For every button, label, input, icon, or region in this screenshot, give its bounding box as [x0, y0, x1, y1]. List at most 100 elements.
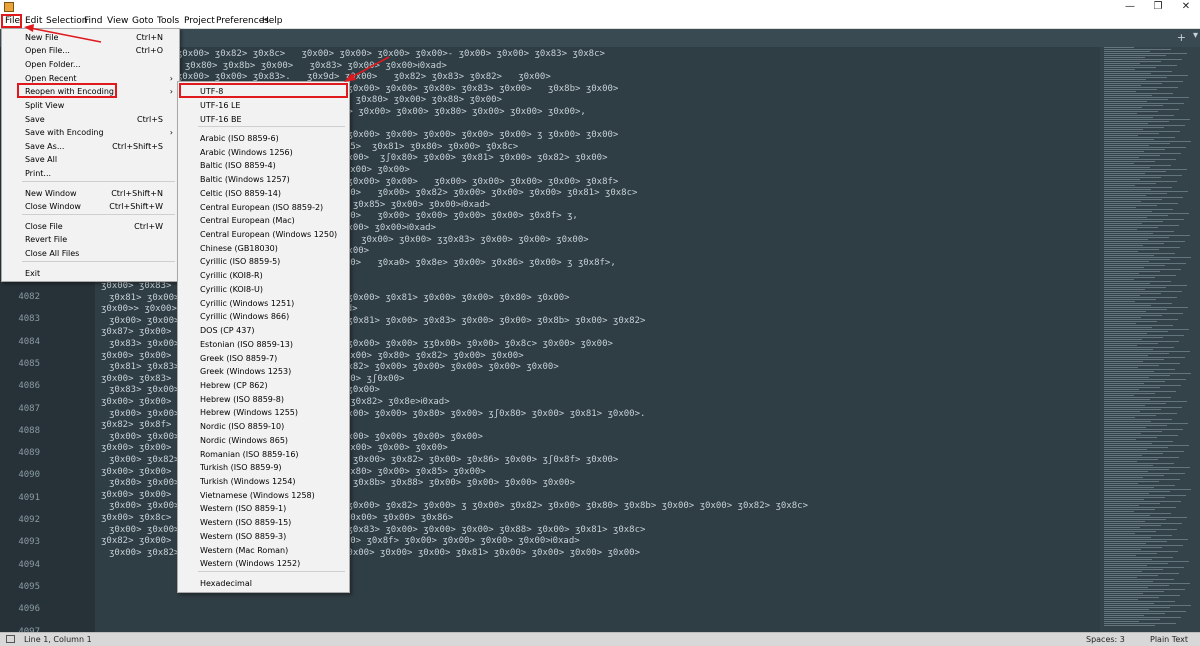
minimap-line	[1104, 155, 1160, 156]
encoding-option[interactable]: Estonian (ISO 8859-13)	[178, 338, 349, 351]
encoding-option[interactable]: Cyrillic (Windows 866)	[178, 310, 349, 323]
encoding-option[interactable]: Greek (ISO 8859-7)	[178, 352, 349, 365]
encoding-option[interactable]: Cyrillic (KOI8-U)	[178, 283, 349, 296]
encoding-option[interactable]: Cyrillic (KOI8-R)	[178, 269, 349, 282]
encoding-option[interactable]: Western (ISO 8859-1)	[178, 502, 349, 515]
minimap-line	[1104, 361, 1143, 362]
panel-toggle-icon[interactable]	[6, 635, 15, 643]
encoding-option[interactable]: Greek (Windows 1253)	[178, 365, 349, 378]
encoding-option[interactable]: Hexadecimal	[178, 577, 349, 590]
encoding-option[interactable]: Nordic (ISO 8859-10)	[178, 420, 349, 433]
minimap-line	[1104, 299, 1156, 300]
file-menu-item[interactable]: Close All Files	[2, 247, 179, 260]
file-menu-item[interactable]: Open File... Ctrl+O	[2, 44, 179, 57]
encoding-option[interactable]: Turkish (ISO 8859-9)	[178, 461, 349, 474]
minimap-line	[1104, 157, 1139, 158]
encoding-option[interactable]: Hebrew (ISO 8859-8)	[178, 393, 349, 406]
file-menu-item[interactable]: Revert File	[2, 233, 179, 246]
encoding-option[interactable]: Chinese (GB18030)	[178, 242, 349, 255]
line-number: 4085	[18, 358, 40, 369]
encoding-option[interactable]: Baltic (Windows 1257)	[178, 173, 349, 186]
encoding-option[interactable]: Western (Windows 1252)	[178, 557, 349, 570]
minimap-line	[1104, 583, 1190, 584]
indentation-setting[interactable]: Spaces: 3	[1086, 633, 1125, 646]
minimap-line	[1104, 137, 1175, 138]
file-menu-item[interactable]: Close File Ctrl+W	[2, 220, 179, 233]
minimap-line	[1104, 547, 1162, 548]
menu-find[interactable]: Find	[81, 14, 105, 28]
minimap-line	[1104, 109, 1179, 110]
encoding-option[interactable]: Central European (Mac)	[178, 214, 349, 227]
file-menu-item[interactable]: New File Ctrl+N	[2, 31, 179, 44]
encoding-option[interactable]: Central European (ISO 8859-2)	[178, 201, 349, 214]
encoding-label: Romanian (ISO 8859-16)	[200, 449, 299, 459]
encoding-option[interactable]: Nordic (Windows 865)	[178, 434, 349, 447]
file-menu-item[interactable]: New Window Ctrl+Shift+N	[2, 187, 179, 200]
submenu-chevron-icon: ›	[169, 128, 173, 137]
file-menu-item[interactable]: Save As... Ctrl+Shift+S	[2, 140, 179, 153]
line-number: 4091	[18, 492, 40, 503]
encoding-option[interactable]: Hebrew (CP 862)	[178, 379, 349, 392]
file-menu-item[interactable]: Save All	[2, 153, 179, 166]
encoding-option[interactable]: UTF-16 LE	[178, 99, 349, 112]
close-icon[interactable]: ✕	[1172, 0, 1200, 14]
encoding-option[interactable]: Baltic (ISO 8859-4)	[178, 159, 349, 172]
minimap-line	[1104, 225, 1179, 226]
maximize-icon[interactable]: ❐	[1144, 0, 1172, 14]
encoding-option[interactable]: Turkish (Windows 1254)	[178, 475, 349, 488]
minimap-line	[1104, 537, 1151, 538]
line-number: 4094	[18, 559, 40, 570]
menu-view[interactable]: View	[104, 14, 131, 28]
minimap-line	[1104, 381, 1165, 382]
encoding-option[interactable]: Western (ISO 8859-3)	[178, 530, 349, 543]
minimap-line	[1104, 245, 1143, 246]
minimap-line	[1104, 323, 1136, 324]
encoding-option[interactable]: Vietnamese (Windows 1258)	[178, 489, 349, 502]
encoding-option[interactable]: Romanian (ISO 8859-16)	[178, 448, 349, 461]
minimap-line	[1104, 145, 1149, 146]
encoding-label: Western (ISO 8859-15)	[200, 518, 292, 528]
encoding-option[interactable]: Arabic (ISO 8859-6)	[178, 132, 349, 145]
tab-list-icon[interactable]: ▾	[1193, 30, 1198, 41]
minimap-line	[1104, 51, 1150, 52]
encoding-option[interactable]: Cyrillic (Windows 1251)	[178, 297, 349, 310]
line-number: 4082	[18, 292, 40, 302]
menu-item-shortcut: Ctrl+O	[135, 46, 163, 55]
file-menu-item[interactable]: Save Ctrl+S	[2, 113, 179, 126]
menu-tools[interactable]: Tools	[154, 14, 182, 28]
menu-help[interactable]: Help	[259, 14, 286, 28]
minimap-line	[1104, 77, 1167, 78]
encoding-option[interactable]: Hebrew (Windows 1255)	[178, 406, 349, 419]
minimize-icon[interactable]: —	[1116, 0, 1144, 14]
minimap-line	[1104, 351, 1190, 352]
encoding-option[interactable]: Central European (Windows 1250)	[178, 228, 349, 241]
file-menu-item[interactable]: Exit	[2, 267, 179, 280]
encoding-option[interactable]: Western (Mac Roman)	[178, 544, 349, 557]
file-menu-item[interactable]: Close Window Ctrl+Shift+W	[2, 200, 179, 213]
minimap-line	[1104, 229, 1137, 230]
encoding-option[interactable]: Western (ISO 8859-15)	[178, 516, 349, 529]
menu-edit[interactable]: Edit	[22, 14, 45, 28]
menu-goto[interactable]: Goto	[129, 14, 157, 28]
encoding-option[interactable]: Arabic (Windows 1256)	[178, 146, 349, 159]
file-menu-item[interactable]: Print...	[2, 167, 179, 180]
minimap-line	[1104, 305, 1151, 306]
syntax-selector[interactable]: Plain Text	[1150, 633, 1188, 646]
minimap-line	[1104, 501, 1181, 502]
encoding-option[interactable]: Celtic (ISO 8859-14)	[178, 187, 349, 200]
file-menu-item[interactable]: Open Folder...	[2, 58, 179, 71]
encoding-option[interactable]: DOS (CP 437)	[178, 324, 349, 337]
minimap-line	[1104, 315, 1162, 316]
minimap-line	[1104, 167, 1150, 168]
encoding-option[interactable]: Cyrillic (ISO 8859-5)	[178, 255, 349, 268]
minimap[interactable]	[1100, 47, 1200, 632]
minimap-line	[1104, 363, 1180, 364]
file-menu-item[interactable]: Split View	[2, 99, 179, 112]
encoding-label: Baltic (ISO 8859-4)	[200, 161, 276, 171]
minimap-line	[1104, 577, 1137, 578]
add-tab-icon[interactable]: +	[1177, 31, 1186, 44]
encoding-option[interactable]: UTF-16 BE	[178, 113, 349, 126]
encoding-label: Hebrew (ISO 8859-8)	[200, 394, 284, 404]
minimap-line	[1104, 221, 1163, 222]
file-menu-item[interactable]: Save with Encoding ›	[2, 126, 179, 139]
